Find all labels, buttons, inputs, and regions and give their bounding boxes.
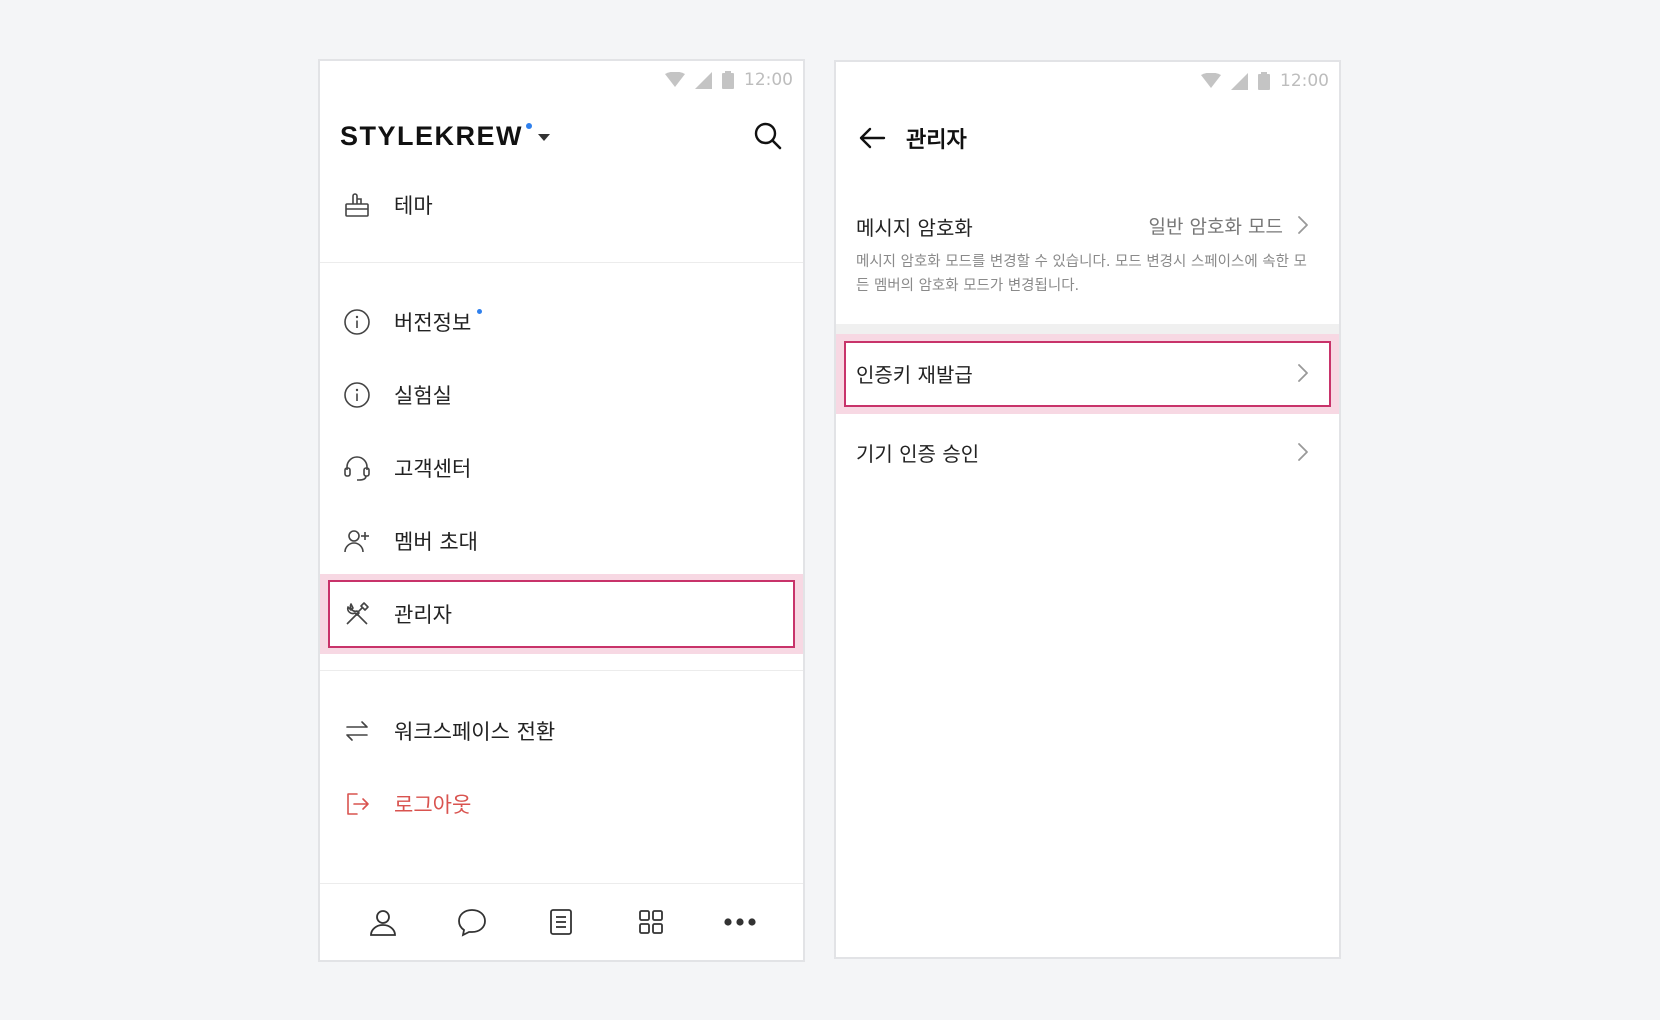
setting-title: 기기 인증 승인 [856,442,980,466]
device-auth-row[interactable]: 기기 인증 승인 [836,420,1339,486]
menu-item-switch-workspace[interactable]: 워크스페이스 전환 [320,699,803,763]
document-icon [550,909,573,935]
signal-icon [1231,72,1248,90]
person-icon [369,910,396,936]
setting-title: 인증키 재발급 [856,363,973,387]
paint-brush-icon [342,190,372,220]
status-bar: 12:00 [665,67,793,93]
logout-icon [342,789,372,819]
menu-item-label: 버전정보 [394,311,472,335]
new-indicator-dot [526,122,533,129]
signal-icon [695,71,712,89]
setting-description: 메시지 암호화 모드를 변경할 수 있습니다. 모드 변경시 스페이스에 속한 … [856,254,1307,294]
wifi-icon [665,72,685,87]
caret-down-icon [538,133,551,141]
menu-item-label: 관리자 [394,603,452,627]
status-bar: 12:00 [1201,68,1329,94]
chevron-right-icon [1295,215,1311,235]
tab-apps[interactable] [626,897,676,947]
divider [320,670,803,671]
tab-contacts[interactable] [358,897,408,947]
search-icon[interactable] [753,121,783,151]
battery-icon [1258,72,1270,90]
menu-item-label: 테마 [394,194,433,218]
menu-item-label: 워크스페이스 전환 [394,720,556,744]
menu-item-theme[interactable]: 테마 [320,173,803,237]
menu-item-support[interactable]: 고객센터 [320,436,803,500]
menu-item-lab[interactable]: 실험실 [320,363,803,427]
swap-arrows-icon [342,716,372,746]
menu-item-admin[interactable]: 관리자 [320,582,803,646]
tab-board[interactable] [536,897,586,947]
chat-bubble-icon [458,909,486,937]
chevron-right-icon [1295,442,1311,462]
status-time: 12:00 [744,70,793,90]
battery-icon [722,71,734,89]
tab-chats[interactable] [447,897,497,947]
bottom-tab-bar [320,883,803,960]
reissue-key-row[interactable]: 인증키 재발급 [836,343,1339,405]
wifi-icon [1201,73,1221,88]
setting-value: 일반 암호화 모드 [1148,216,1283,238]
section-separator [836,324,1339,334]
info-icon [342,380,372,410]
grid-icon [638,910,663,934]
page-title: 관리자 [906,128,967,153]
headset-icon [342,453,372,483]
workspace-switcher[interactable]: STYLEKREW [340,120,551,152]
tab-more[interactable] [715,897,765,947]
menu-item-version[interactable]: 버전정보 [320,290,803,354]
status-time: 12:00 [1280,71,1329,91]
menu-item-label: 실험실 [394,384,452,408]
workspace-logo: STYLEKREW [340,120,524,151]
add-person-icon [342,526,372,556]
back-arrow-icon [859,127,886,149]
chevron-right-icon [1295,363,1311,383]
menu-item-invite[interactable]: 멤버 초대 [320,509,803,573]
menu-item-label: 로그아웃 [394,793,472,817]
menu-item-label: 멤버 초대 [394,530,478,554]
tools-icon [342,599,372,629]
menu-item-label: 고객센터 [394,457,472,481]
divider [320,262,803,263]
more-icon [724,918,756,926]
menu-item-logout[interactable]: 로그아웃 [320,772,803,836]
menu-screen: 12:00 STYLEKREW 테마 버전정보 실험실 고객센터 멤버 초대 관… [318,59,805,962]
info-icon [342,307,372,337]
back-button[interactable] [856,122,888,154]
new-indicator-dot [477,309,483,314]
admin-screen: 12:00 관리자 메시지 암호화 일반 암호화 모드 메시지 암호화 모드를 … [834,60,1341,959]
setting-title: 메시지 암호화 [856,216,973,240]
